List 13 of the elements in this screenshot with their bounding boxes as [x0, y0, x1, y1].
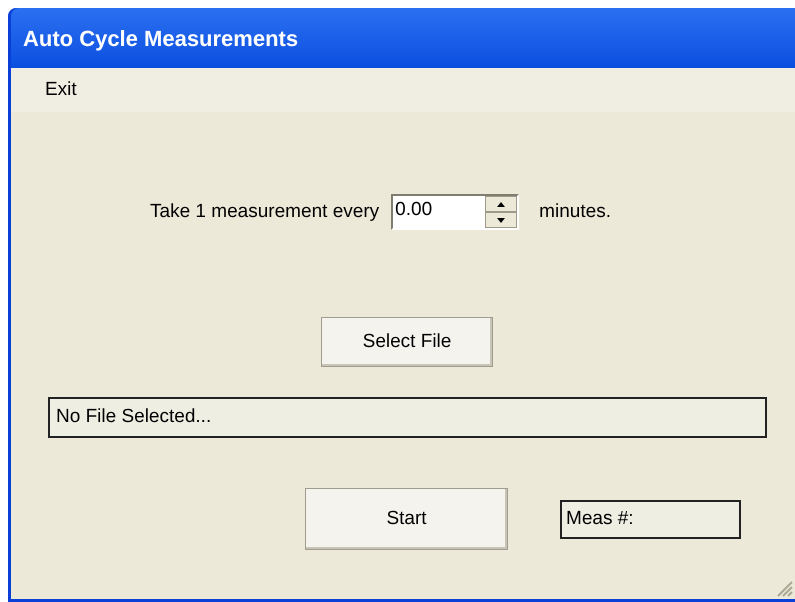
window-title: Auto Cycle Measurements [11, 8, 795, 68]
down-arrow-icon [497, 218, 506, 222]
spin-up-button[interactable] [485, 196, 518, 212]
file-status-box: No File Selected... [48, 397, 767, 438]
interval-label: Take 1 measurement every [150, 200, 380, 224]
select-file-button[interactable]: Select File [321, 317, 493, 367]
minutes-label: minutes. [539, 200, 611, 224]
menu-item[interactable]: Exit [45, 76, 77, 104]
start-button[interactable]: Start [305, 488, 508, 550]
interval-spin-field[interactable]: 0.00 [391, 194, 520, 230]
up-arrow-icon [497, 202, 506, 206]
meas-count-box: Meas #: [560, 500, 741, 538]
spin-down-button[interactable] [485, 212, 518, 228]
